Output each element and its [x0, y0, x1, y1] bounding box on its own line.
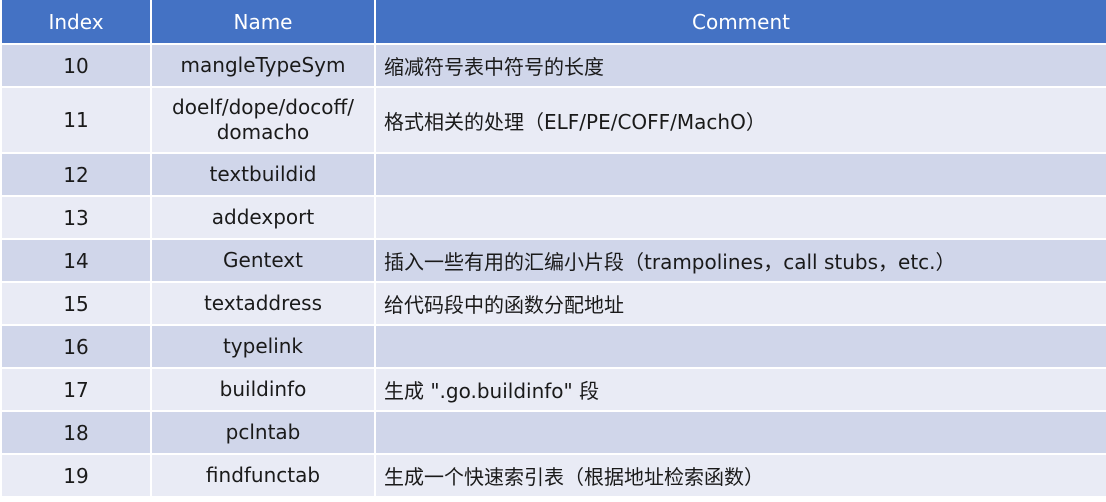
table-row: 18 pclntab: [0, 410, 1106, 455]
header-row: Index Name Comment: [0, 0, 1106, 45]
comment-cell: 缩减符号表中符号的长度: [374, 43, 1106, 88]
comment-cell: 生成一个快速索引表（根据地址检索函数）: [374, 453, 1106, 498]
table-row: 13 addexport: [0, 195, 1106, 240]
name-cell: Gentext: [150, 238, 376, 283]
table-row: 10 mangleTypeSym 缩减符号表中符号的长度: [0, 43, 1106, 88]
header-name: Name: [150, 0, 376, 45]
table-row: 14 Gentext 插入一些有用的汇编小片段（trampolines，call…: [0, 238, 1106, 283]
name-cell: textbuildid: [150, 152, 376, 197]
header-index: Index: [0, 0, 152, 45]
name-cell: mangleTypeSym: [150, 43, 376, 88]
index-cell: 10: [0, 43, 152, 88]
comment-cell: 给代码段中的函数分配地址: [374, 281, 1106, 326]
name-cell: buildinfo: [150, 367, 376, 412]
table-row: 15 textaddress 给代码段中的函数分配地址: [0, 281, 1106, 326]
index-cell: 11: [0, 86, 152, 154]
name-cell: pclntab: [150, 410, 376, 455]
index-cell: 18: [0, 410, 152, 455]
index-cell: 12: [0, 152, 152, 197]
name-cell: findfunctab: [150, 453, 376, 498]
index-cell: 15: [0, 281, 152, 326]
name-cell: textaddress: [150, 281, 376, 326]
comment-cell: 格式相关的处理（ELF/PE/COFF/MachO）: [374, 86, 1106, 154]
name-cell: doelf/dope/docoff/ domacho: [150, 86, 376, 154]
index-cell: 17: [0, 367, 152, 412]
index-cell: 14: [0, 238, 152, 283]
header-comment: Comment: [374, 0, 1106, 45]
comment-cell: 插入一些有用的汇编小片段（trampolines，call stubs，etc.…: [374, 238, 1106, 283]
index-cell: 19: [0, 453, 152, 498]
name-cell: addexport: [150, 195, 376, 240]
comment-cell: [374, 195, 1106, 240]
table-row: 19 findfunctab 生成一个快速索引表（根据地址检索函数）: [0, 453, 1106, 498]
table-row: 11 doelf/dope/docoff/ domacho 格式相关的处理（EL…: [0, 86, 1106, 154]
comment-cell: [374, 324, 1106, 369]
table-row: 17 buildinfo 生成 ".go.buildinfo" 段: [0, 367, 1106, 412]
table-row: 12 textbuildid: [0, 152, 1106, 197]
index-cell: 13: [0, 195, 152, 240]
comment-cell: [374, 410, 1106, 455]
index-cell: 16: [0, 324, 152, 369]
comment-cell: 生成 ".go.buildinfo" 段: [374, 367, 1106, 412]
table-row: 16 typelink: [0, 324, 1106, 369]
name-cell: typelink: [150, 324, 376, 369]
comment-cell: [374, 152, 1106, 197]
functions-table: Index Name Comment 10 mangleTypeSym 缩减符号…: [0, 0, 1106, 498]
